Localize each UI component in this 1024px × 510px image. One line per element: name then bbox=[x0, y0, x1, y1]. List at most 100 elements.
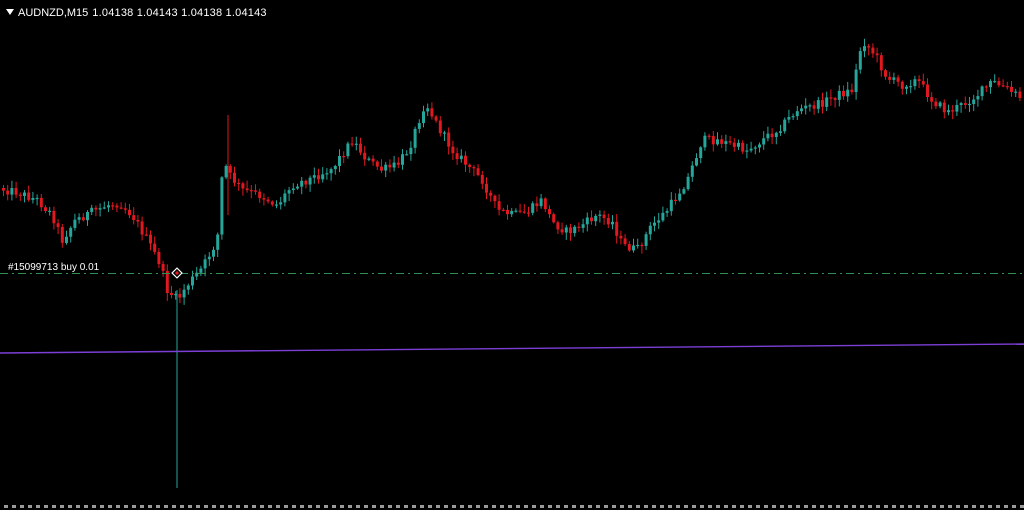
candle bbox=[644, 231, 648, 250]
candle-body bbox=[262, 198, 266, 200]
axis-tick bbox=[292, 505, 296, 508]
candle bbox=[846, 81, 850, 102]
candle-body bbox=[220, 177, 224, 235]
candle bbox=[392, 155, 396, 172]
axis-tick bbox=[908, 505, 912, 508]
candle bbox=[632, 238, 635, 253]
candle-body bbox=[485, 183, 488, 193]
candle bbox=[728, 135, 732, 145]
candle-body bbox=[165, 270, 169, 293]
chart-window[interactable]: AUDNZD,M15 1.04138 1.04143 1.04138 1.0414… bbox=[0, 0, 1024, 510]
candle bbox=[749, 141, 753, 153]
candle-body bbox=[783, 119, 787, 132]
candle bbox=[367, 156, 371, 162]
candle bbox=[308, 175, 312, 192]
candle-body bbox=[623, 238, 627, 245]
candle bbox=[758, 142, 761, 153]
candle-body bbox=[296, 186, 299, 189]
candle-body bbox=[795, 111, 799, 117]
candle-body bbox=[413, 128, 417, 148]
axis-tick bbox=[660, 505, 664, 508]
candle-body bbox=[837, 90, 841, 100]
candle-body bbox=[77, 217, 81, 220]
candle-body bbox=[611, 221, 614, 225]
candle bbox=[413, 126, 417, 154]
candle-body bbox=[766, 133, 770, 139]
axis-tick bbox=[252, 505, 256, 508]
candle-body bbox=[325, 173, 329, 175]
candle bbox=[900, 80, 904, 95]
axis-tick bbox=[956, 505, 960, 508]
candle-body bbox=[270, 201, 274, 205]
candle-body bbox=[867, 46, 871, 48]
candle bbox=[669, 192, 673, 216]
candle bbox=[854, 63, 858, 100]
candle bbox=[312, 167, 316, 184]
candle bbox=[417, 119, 421, 134]
candle bbox=[640, 242, 644, 254]
candle bbox=[60, 223, 64, 248]
candle bbox=[510, 208, 514, 217]
candle-body bbox=[514, 210, 518, 212]
candle-body bbox=[2, 188, 5, 191]
axis-tick bbox=[524, 505, 528, 508]
axis-tick bbox=[468, 505, 472, 508]
candle-body bbox=[984, 86, 988, 88]
candle bbox=[804, 98, 808, 115]
candle-body bbox=[779, 131, 782, 133]
candle bbox=[858, 47, 862, 74]
candle bbox=[976, 89, 980, 107]
axis-tick bbox=[164, 505, 168, 508]
candle-body bbox=[569, 227, 572, 234]
candle-body bbox=[426, 108, 430, 112]
candle-body bbox=[451, 146, 455, 154]
candle bbox=[291, 183, 295, 194]
candle-body bbox=[497, 201, 501, 210]
candle-body bbox=[686, 176, 690, 190]
candle bbox=[23, 190, 26, 203]
axis-tick bbox=[572, 505, 576, 508]
candle bbox=[884, 68, 887, 80]
candle-body bbox=[65, 236, 68, 243]
axis-tick bbox=[492, 505, 496, 508]
axis-tick bbox=[612, 505, 616, 508]
candle-body bbox=[354, 143, 358, 145]
axis-tick bbox=[756, 505, 760, 508]
candle-body bbox=[321, 174, 325, 180]
axis-tick bbox=[196, 505, 200, 508]
candle bbox=[262, 193, 266, 206]
candle bbox=[375, 160, 379, 170]
candle bbox=[816, 96, 820, 114]
candle bbox=[14, 181, 18, 199]
candle-body bbox=[707, 135, 711, 137]
candle-body bbox=[216, 234, 220, 250]
candle bbox=[6, 184, 10, 201]
candle bbox=[720, 135, 724, 149]
candle bbox=[1001, 79, 1005, 88]
candle bbox=[833, 96, 837, 108]
axis-tick bbox=[20, 505, 24, 508]
candle-body bbox=[615, 221, 619, 236]
candle bbox=[548, 205, 551, 219]
candle-body bbox=[640, 244, 644, 247]
candle-body bbox=[422, 111, 425, 124]
candle bbox=[396, 157, 400, 169]
triangle-down-icon[interactable] bbox=[6, 9, 14, 15]
price-chart[interactable] bbox=[0, 0, 1024, 510]
candle-body bbox=[438, 120, 442, 134]
axis-tick bbox=[76, 505, 80, 508]
candle bbox=[527, 206, 530, 217]
candle-body bbox=[434, 116, 438, 121]
axis-tick bbox=[132, 505, 136, 508]
candle-body bbox=[60, 227, 64, 243]
candle-body bbox=[10, 188, 14, 195]
candle-body bbox=[858, 51, 862, 70]
candle-body bbox=[291, 188, 295, 191]
candle bbox=[539, 194, 543, 209]
candle bbox=[81, 213, 85, 222]
axis-tick bbox=[348, 505, 352, 508]
axis-tick bbox=[1004, 505, 1008, 508]
candle bbox=[149, 230, 152, 251]
candle-body bbox=[304, 180, 308, 185]
candle-body bbox=[989, 81, 992, 88]
